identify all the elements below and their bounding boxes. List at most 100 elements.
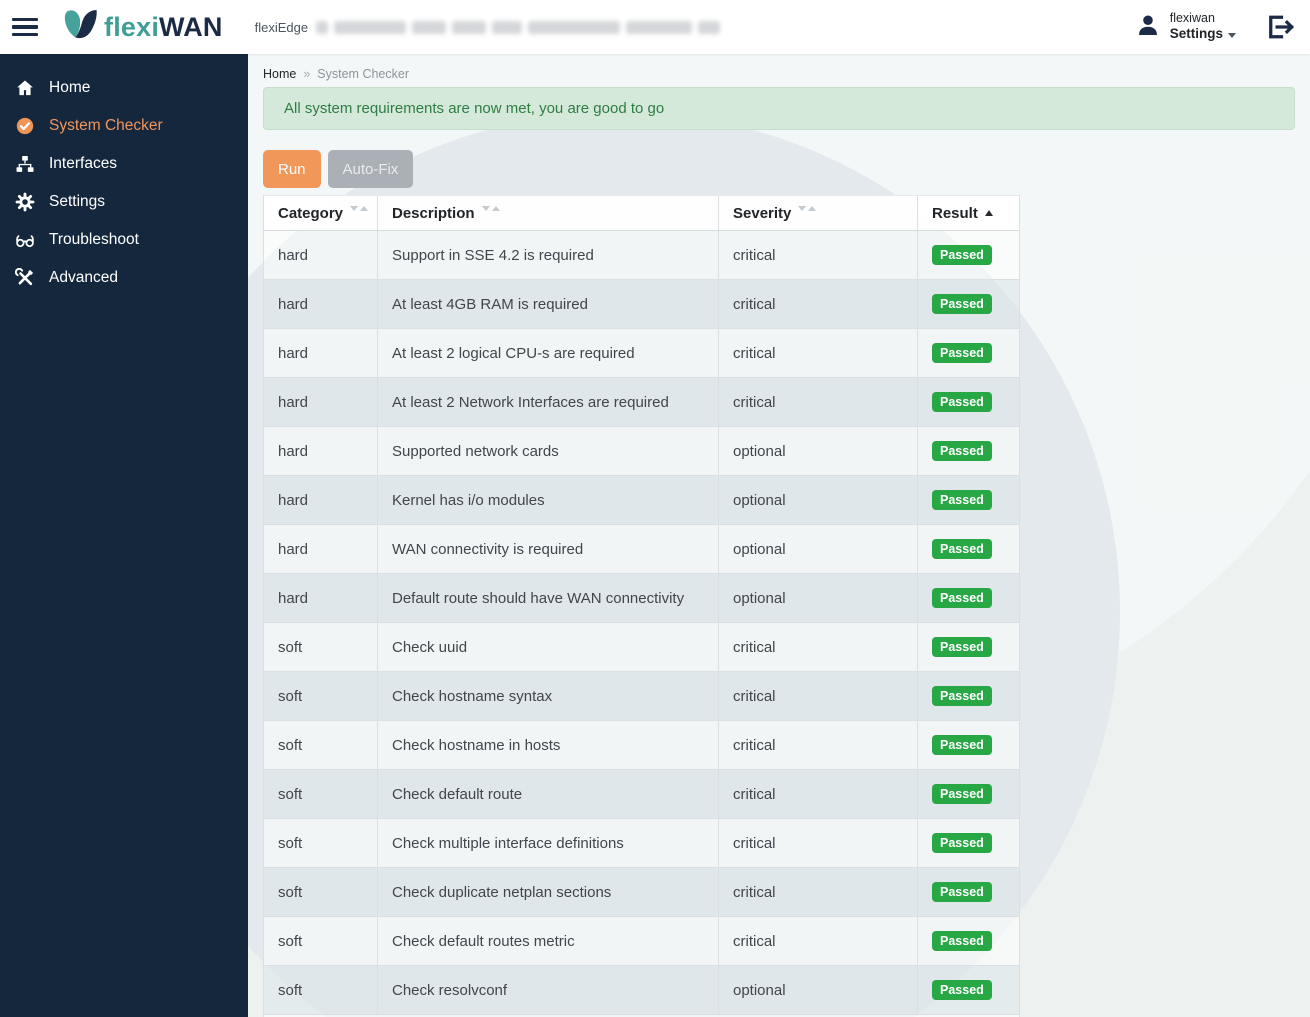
breadcrumb-separator: »	[303, 67, 311, 81]
table-row: soft Check hostname in hosts critical Pa…	[264, 721, 1019, 770]
sort-icon	[798, 205, 817, 211]
sort-icon	[481, 205, 500, 211]
cell-category: soft	[264, 966, 378, 1014]
status-badge: Passed	[932, 489, 992, 511]
status-badge: Passed	[932, 734, 992, 756]
cell-description: Check hostname syntax	[378, 672, 719, 720]
table-row: soft Check duplicate netplan sections cr…	[264, 868, 1019, 917]
cell-severity: critical	[719, 868, 918, 916]
top-bar: flexiWAN flexiEdge flexiwan Settings	[0, 0, 1310, 54]
device-title: flexiEdge	[255, 20, 721, 35]
cell-result: Passed	[918, 378, 1019, 426]
cell-severity: critical	[719, 623, 918, 671]
cell-description: Supported network cards	[378, 427, 719, 475]
breadcrumb: Home » System Checker	[263, 67, 1295, 81]
cell-description: Check uuid	[378, 623, 719, 671]
cell-description: Check default route	[378, 770, 719, 818]
sidebar-item-system-checker[interactable]: System Checker	[0, 107, 248, 145]
table-row: soft Check multiple interface definition…	[264, 819, 1019, 868]
cell-category: soft	[264, 721, 378, 769]
topbar-right: flexiwan Settings	[1135, 11, 1294, 44]
cell-severity: critical	[719, 721, 918, 769]
status-badge: Passed	[932, 783, 992, 805]
cell-category: hard	[264, 378, 378, 426]
home-icon	[15, 78, 35, 98]
device-id-redacted	[316, 20, 721, 34]
cell-description: Kernel has i/o modules	[378, 476, 719, 524]
cell-result: Passed	[918, 525, 1019, 573]
sidebar-item-label: Settings	[49, 193, 106, 210]
menu-toggle-icon[interactable]	[12, 18, 38, 36]
breadcrumb-home-link[interactable]: Home	[263, 67, 296, 81]
sidebar-item-advanced[interactable]: Advanced	[0, 259, 248, 297]
table-row: hard Supported network cards optional Pa…	[264, 427, 1019, 476]
glasses-icon	[15, 230, 35, 250]
cell-description: WAN connectivity is required	[378, 525, 719, 573]
cell-result: Passed	[918, 672, 1019, 720]
sidebar-item-home[interactable]: Home	[0, 69, 248, 107]
status-badge: Passed	[932, 979, 992, 1001]
table-row: soft Check default route critical Passed	[264, 770, 1019, 819]
cell-category: soft	[264, 623, 378, 671]
sitemap-icon	[15, 154, 35, 174]
table-header: Category Description Severity Result	[264, 195, 1019, 231]
cell-description: Check resolvconf	[378, 966, 719, 1014]
table-row: hard WAN connectivity is required option…	[264, 525, 1019, 574]
flexiwan-logo[interactable]: flexiWAN	[62, 8, 223, 46]
table-row: hard At least 4GB RAM is required critic…	[264, 280, 1019, 329]
cell-category: hard	[264, 476, 378, 524]
sidebar-item-label: Home	[49, 79, 91, 96]
cell-category: soft	[264, 819, 378, 867]
cell-description: Check default routes metric	[378, 917, 719, 965]
tools-icon	[15, 268, 35, 288]
auto-fix-button[interactable]: Auto-Fix	[327, 150, 414, 188]
cell-result: Passed	[918, 819, 1019, 867]
cell-description: At least 2 Network Interfaces are requir…	[378, 378, 719, 426]
cell-result: Passed	[918, 623, 1019, 671]
table-row: soft Check default routes metric critica…	[264, 917, 1019, 966]
table-row: hard Kernel has i/o modules optional Pas…	[264, 476, 1019, 525]
table-row: hard At least 2 logical CPU-s are requir…	[264, 329, 1019, 378]
cell-result: Passed	[918, 868, 1019, 916]
logout-icon[interactable]	[1264, 12, 1294, 42]
cell-severity: critical	[719, 231, 918, 279]
sidebar-item-settings[interactable]: Settings	[0, 183, 248, 221]
column-header-severity[interactable]: Severity	[719, 196, 918, 230]
cell-severity: critical	[719, 770, 918, 818]
gear-icon	[15, 192, 35, 212]
status-badge: Passed	[932, 930, 992, 952]
sidebar-item-interfaces[interactable]: Interfaces	[0, 145, 248, 183]
cell-severity: optional	[719, 574, 918, 622]
sidebar: Home System Checker Interfaces Settings …	[0, 54, 248, 1017]
cell-description: Default route should have WAN connectivi…	[378, 574, 719, 622]
sidebar-item-label: Advanced	[49, 269, 118, 286]
cell-description: Check duplicate netplan sections	[378, 868, 719, 916]
cell-severity: optional	[719, 525, 918, 573]
table-body: hard Support in SSE 4.2 is required crit…	[264, 231, 1019, 1017]
sort-icon	[350, 205, 369, 211]
cell-result: Passed	[918, 966, 1019, 1014]
status-badge: Passed	[932, 342, 992, 364]
check-circle-icon	[15, 116, 35, 136]
chevron-down-icon	[1228, 33, 1236, 39]
cell-severity: critical	[719, 819, 918, 867]
status-badge: Passed	[932, 587, 992, 609]
table-row: soft Check resolvconf optional Passed	[264, 966, 1019, 1015]
cell-category: soft	[264, 770, 378, 818]
column-header-result[interactable]: Result	[918, 196, 1019, 230]
cell-result: Passed	[918, 721, 1019, 769]
column-header-category[interactable]: Category	[264, 196, 378, 230]
sidebar-item-troubleshoot[interactable]: Troubleshoot	[0, 221, 248, 259]
flexiwan-logo-icon	[62, 8, 102, 46]
table-row: hard Default route should have WAN conne…	[264, 574, 1019, 623]
table-row: soft Check hostname syntax critical Pass…	[264, 672, 1019, 721]
column-header-description[interactable]: Description	[378, 196, 719, 230]
cell-category: soft	[264, 672, 378, 720]
user-settings-menu[interactable]: flexiwan Settings	[1135, 11, 1236, 44]
sidebar-item-label: Interfaces	[49, 155, 118, 172]
status-badge: Passed	[932, 685, 992, 707]
run-button[interactable]: Run	[263, 150, 321, 188]
action-buttons: Run Auto-Fix	[263, 150, 1295, 188]
settings-menu-label: Settings	[1169, 26, 1223, 42]
cell-description: At least 2 logical CPU-s are required	[378, 329, 719, 377]
